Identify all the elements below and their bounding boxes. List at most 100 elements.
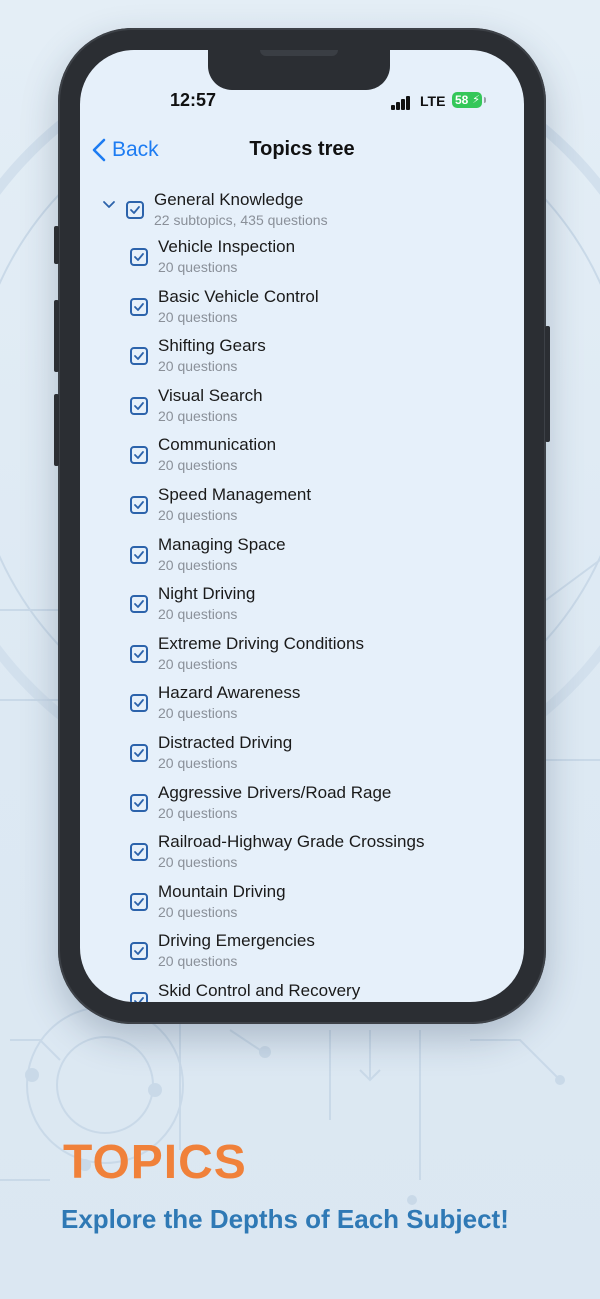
topic-question-count: 20 questions bbox=[158, 953, 238, 970]
topic-question-count: 20 questions bbox=[158, 556, 238, 573]
topic-question-count: 20 questions bbox=[158, 358, 238, 375]
checkmark-icon bbox=[134, 997, 144, 1002]
topic-item[interactable]: Night Driving 20 questions bbox=[80, 583, 524, 631]
checkbox[interactable] bbox=[126, 201, 144, 219]
topic-question-count: 20 questions bbox=[158, 407, 238, 424]
topic-item[interactable]: Vehicle Inspection 20 questions bbox=[80, 236, 524, 284]
topic-item[interactable]: Communication 20 questions bbox=[80, 434, 524, 482]
checkmark-icon bbox=[134, 749, 144, 757]
topic-item[interactable]: Driving Emergencies 20 questions bbox=[80, 930, 524, 978]
topic-question-count: 20 questions bbox=[158, 308, 238, 325]
checkbox[interactable] bbox=[130, 793, 148, 812]
checkbox[interactable] bbox=[130, 744, 148, 762]
topic-question-count: 20 questions bbox=[158, 655, 238, 672]
topic-title: Visual Search bbox=[158, 385, 263, 405]
topic-item[interactable]: Hazard Awareness 20 questions bbox=[80, 682, 524, 730]
network-type: LTE bbox=[420, 93, 446, 109]
topic-title: Aggressive Drivers/Road Rage bbox=[158, 782, 392, 802]
root-title: General Knowledge bbox=[154, 190, 304, 209]
checkbox[interactable] bbox=[130, 892, 148, 911]
promo-subtitle: Explore the Depths of Each Subject! bbox=[61, 1204, 509, 1234]
topic-title: Communication bbox=[158, 435, 277, 455]
checkmark-icon bbox=[134, 947, 144, 956]
topic-title: Extreme Driving Conditions bbox=[158, 633, 364, 653]
checkbox[interactable] bbox=[130, 496, 148, 514]
topic-item[interactable]: Shifting Gears 20 questions bbox=[80, 335, 524, 383]
checkbox[interactable] bbox=[130, 843, 148, 862]
topic-item[interactable]: Speed Management 20 questions bbox=[80, 484, 524, 532]
topic-title: Railroad-Highway Grade Crossings bbox=[158, 832, 425, 852]
promo-title: TOPICS bbox=[63, 1136, 247, 1189]
signal-icon bbox=[391, 96, 411, 110]
topic-question-count: 20 questions bbox=[158, 259, 238, 275]
topic-item[interactable]: Extreme Driving Conditions 20 questions bbox=[80, 633, 524, 681]
topic-question-count: 20 questions bbox=[158, 903, 238, 920]
topic-title: Managing Space bbox=[158, 534, 286, 554]
checkmark-icon bbox=[130, 206, 140, 214]
topic-question-count: 20 questions bbox=[158, 804, 238, 821]
topic-item[interactable]: Skid Control and Recovery15 questions bbox=[80, 980, 524, 1002]
battery-icon: 58 ⚡ bbox=[452, 92, 486, 108]
phone-screen: 12:57 LTE 58 ⚡ Back Topics tree General … bbox=[80, 50, 524, 1002]
topic-title: Shifting Gears bbox=[158, 336, 266, 356]
topic-title: Distracted Driving bbox=[158, 733, 293, 752]
checkmark-icon bbox=[134, 401, 144, 410]
topic-item[interactable]: Managing Space 20 questions bbox=[80, 534, 524, 582]
checkmark-icon bbox=[134, 352, 144, 361]
topic-question-count: 20 questions bbox=[158, 854, 238, 871]
checkmark-icon bbox=[134, 501, 144, 509]
checkmark-icon bbox=[134, 550, 144, 559]
checkmark-icon bbox=[134, 302, 144, 311]
checkbox[interactable] bbox=[130, 595, 148, 614]
topic-title: Skid Control and Recovery bbox=[158, 981, 361, 1000]
checkmark-icon bbox=[134, 600, 144, 609]
topic-item[interactable]: Basic Vehicle Control 20 questions bbox=[80, 286, 524, 334]
root-subtitle: 22 subtopics, 435 questions bbox=[154, 212, 328, 228]
checkmark-icon bbox=[134, 699, 144, 708]
topic-title: Vehicle Inspection bbox=[158, 237, 296, 256]
checkbox[interactable] bbox=[130, 396, 148, 415]
topic-question-count: 20 questions bbox=[158, 755, 238, 771]
topic-item[interactable]: Railroad-Highway Grade Crossings 20 quest… bbox=[80, 831, 524, 879]
checkmark-icon bbox=[134, 451, 144, 460]
checkbox[interactable] bbox=[130, 297, 148, 316]
checkmark-icon bbox=[134, 253, 144, 261]
checkbox[interactable] bbox=[130, 992, 148, 1002]
checkbox[interactable] bbox=[130, 545, 148, 564]
phone-side-button bbox=[545, 326, 550, 442]
topic-question-count: 20 questions bbox=[158, 507, 238, 523]
topic-title: Hazard Awareness bbox=[158, 683, 301, 703]
topic-item[interactable]: Mountain Driving 20 questions bbox=[80, 881, 524, 929]
topic-title: Basic Vehicle Control bbox=[158, 286, 319, 306]
topic-question-count: 20 questions bbox=[158, 705, 238, 722]
checkbox[interactable] bbox=[130, 694, 148, 713]
status-time: 12:57 bbox=[169, 90, 217, 110]
checkbox[interactable] bbox=[130, 347, 148, 366]
charging-bolt-icon: ⚡ bbox=[472, 94, 480, 106]
topic-title: Night Driving bbox=[158, 584, 256, 604]
topic-title: Driving Emergencies bbox=[158, 931, 315, 951]
phone-side-button bbox=[54, 226, 59, 264]
chevron-down-icon[interactable] bbox=[102, 198, 116, 212]
topic-title: Mountain Driving bbox=[158, 881, 286, 901]
checkmark-icon bbox=[134, 798, 144, 807]
checkbox[interactable] bbox=[130, 644, 148, 663]
phone-side-button bbox=[54, 300, 59, 372]
phone-frame: 12:57 LTE 58 ⚡ Back Topics tree General … bbox=[54, 28, 550, 1024]
topic-question-count: 20 questions bbox=[158, 606, 238, 623]
checkmark-icon bbox=[134, 649, 144, 658]
topic-item[interactable]: Distracted Driving 20 questions bbox=[80, 732, 524, 780]
checkbox[interactable] bbox=[130, 446, 148, 465]
topic-item[interactable]: Visual Search 20 questions bbox=[80, 385, 524, 433]
checkbox[interactable] bbox=[130, 248, 148, 266]
checkmark-icon bbox=[134, 848, 144, 857]
battery-level: 58 bbox=[455, 93, 469, 107]
phone-side-button bbox=[54, 394, 59, 466]
topic-question-count: 20 questions bbox=[158, 457, 238, 474]
notch bbox=[208, 50, 390, 90]
topic-item[interactable]: Aggressive Drivers/Road Rage 20 questions bbox=[80, 782, 524, 830]
topic-title: Speed Management bbox=[158, 485, 312, 504]
checkmark-icon bbox=[134, 897, 144, 906]
page-title: Topics tree bbox=[249, 138, 355, 160]
checkbox[interactable] bbox=[130, 942, 148, 961]
